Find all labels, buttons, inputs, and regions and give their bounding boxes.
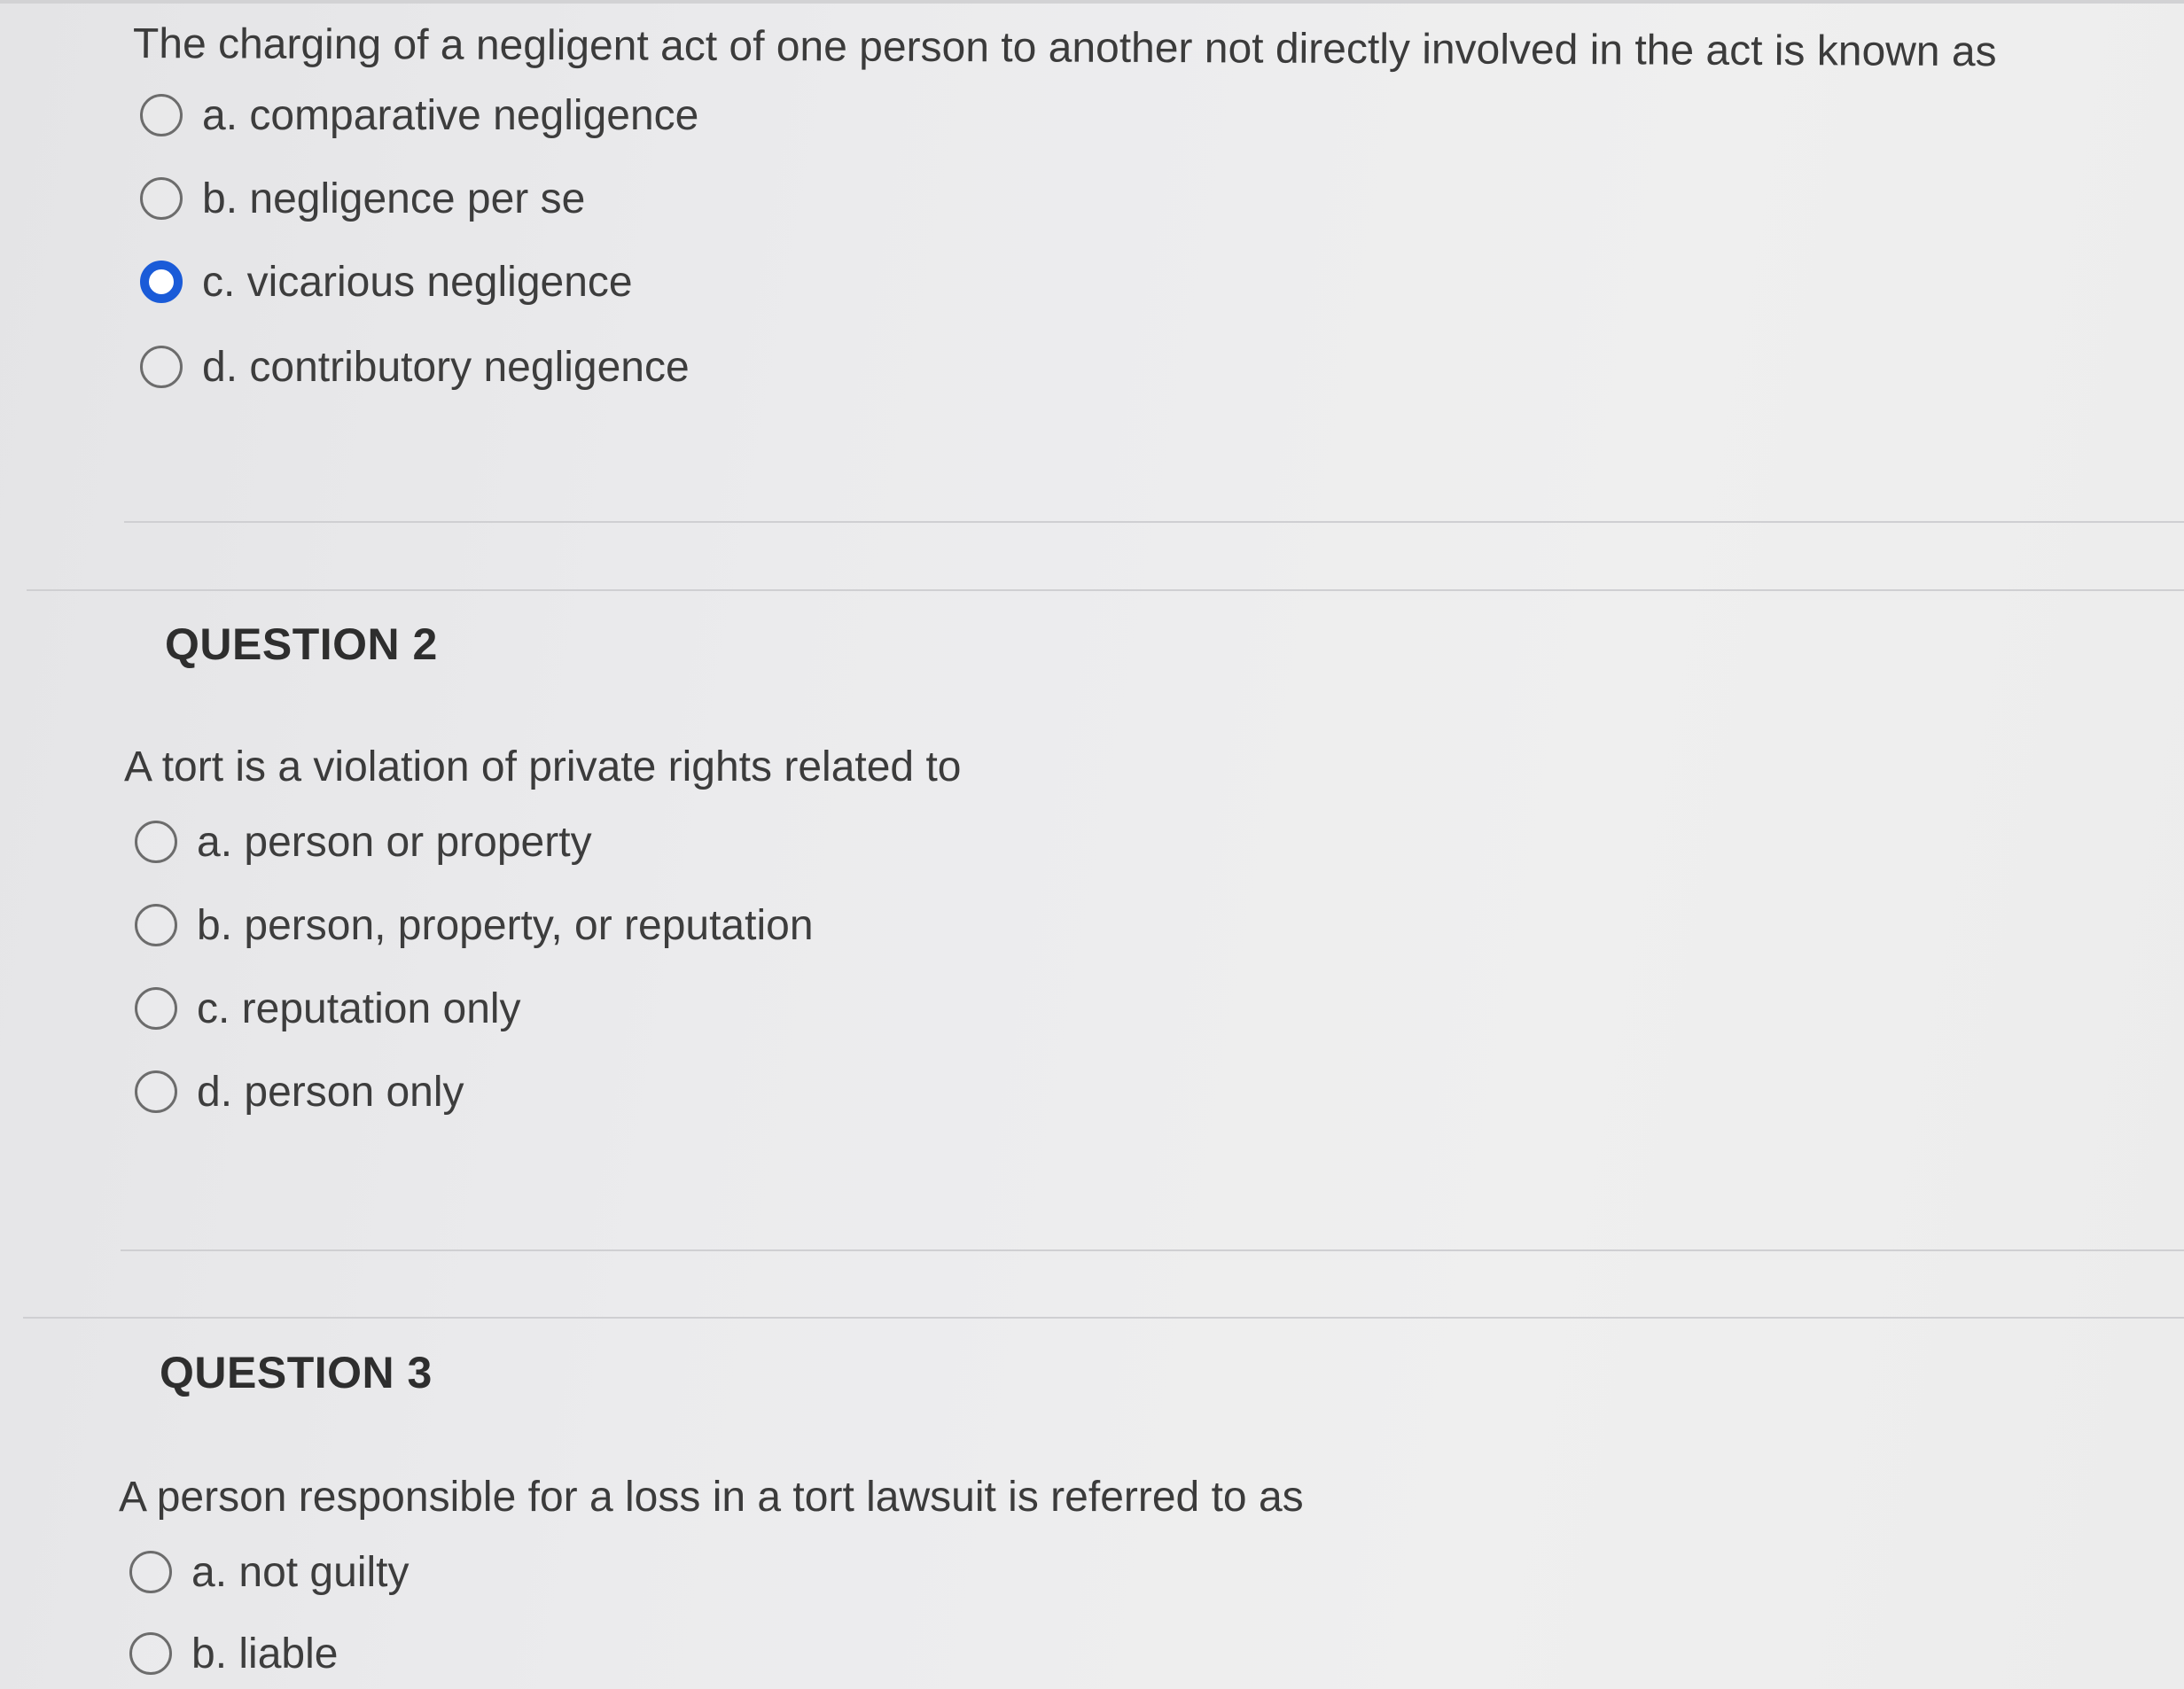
q2-option-b[interactable]: b. person, property, or reputation: [135, 897, 814, 953]
q3-radio-a[interactable]: [129, 1551, 172, 1593]
q3-radio-b[interactable]: [129, 1632, 172, 1675]
section-divider-2: [23, 1317, 2184, 1319]
q2-option-c-label: c. reputation only: [197, 985, 521, 1032]
section-divider-1: [27, 589, 2184, 591]
q2-option-b-label: b. person, property, or reputation: [197, 901, 814, 949]
question-2-text: A tort is a violation of private rights …: [124, 743, 962, 790]
q1-option-d[interactable]: d. contributory negligence: [140, 339, 690, 395]
top-border: [0, 0, 2184, 4]
q2-radio-d[interactable]: [135, 1070, 177, 1113]
q1-option-a-label: a. comparative negligence: [202, 91, 699, 139]
q2-option-c[interactable]: c. reputation only: [135, 980, 521, 1037]
q1-option-b[interactable]: b. negligence per se: [140, 170, 585, 227]
q1-radio-b[interactable]: [140, 177, 183, 220]
q3-option-a[interactable]: a. not guilty: [129, 1544, 409, 1600]
question-1-divider: [124, 521, 2184, 523]
q1-option-b-label: b. negligence per se: [202, 175, 586, 222]
q1-radio-d[interactable]: [140, 346, 183, 388]
q3-option-b-label: b. liable: [191, 1630, 339, 1677]
question-3-heading: QUESTION 3: [160, 1348, 433, 1397]
question-2-heading: QUESTION 2: [165, 619, 438, 669]
q2-radio-b[interactable]: [135, 904, 177, 946]
q1-radio-c-selected[interactable]: [140, 261, 183, 303]
q1-option-d-label: d. contributory negligence: [202, 343, 690, 391]
q3-option-a-label: a. not guilty: [191, 1548, 410, 1596]
q2-radio-a[interactable]: [135, 821, 177, 863]
q2-option-d-label: d. person only: [197, 1068, 464, 1116]
q1-radio-a[interactable]: [140, 94, 183, 136]
q1-option-c[interactable]: c. vicarious negligence: [140, 253, 633, 310]
q2-option-d[interactable]: d. person only: [135, 1063, 464, 1120]
q2-option-a[interactable]: a. person or property: [135, 813, 592, 870]
q2-option-a-label: a. person or property: [197, 818, 592, 866]
q1-option-a[interactable]: a. comparative negligence: [140, 87, 698, 144]
question-3-text: A person responsible for a loss in a tor…: [119, 1474, 1304, 1521]
question-1-text: The charging of a negligent act of one p…: [132, 20, 1997, 76]
q1-option-c-label: c. vicarious negligence: [202, 258, 633, 306]
q2-radio-c[interactable]: [135, 987, 177, 1030]
q3-option-b[interactable]: b. liable: [129, 1625, 338, 1682]
question-2-divider: [121, 1249, 2184, 1251]
